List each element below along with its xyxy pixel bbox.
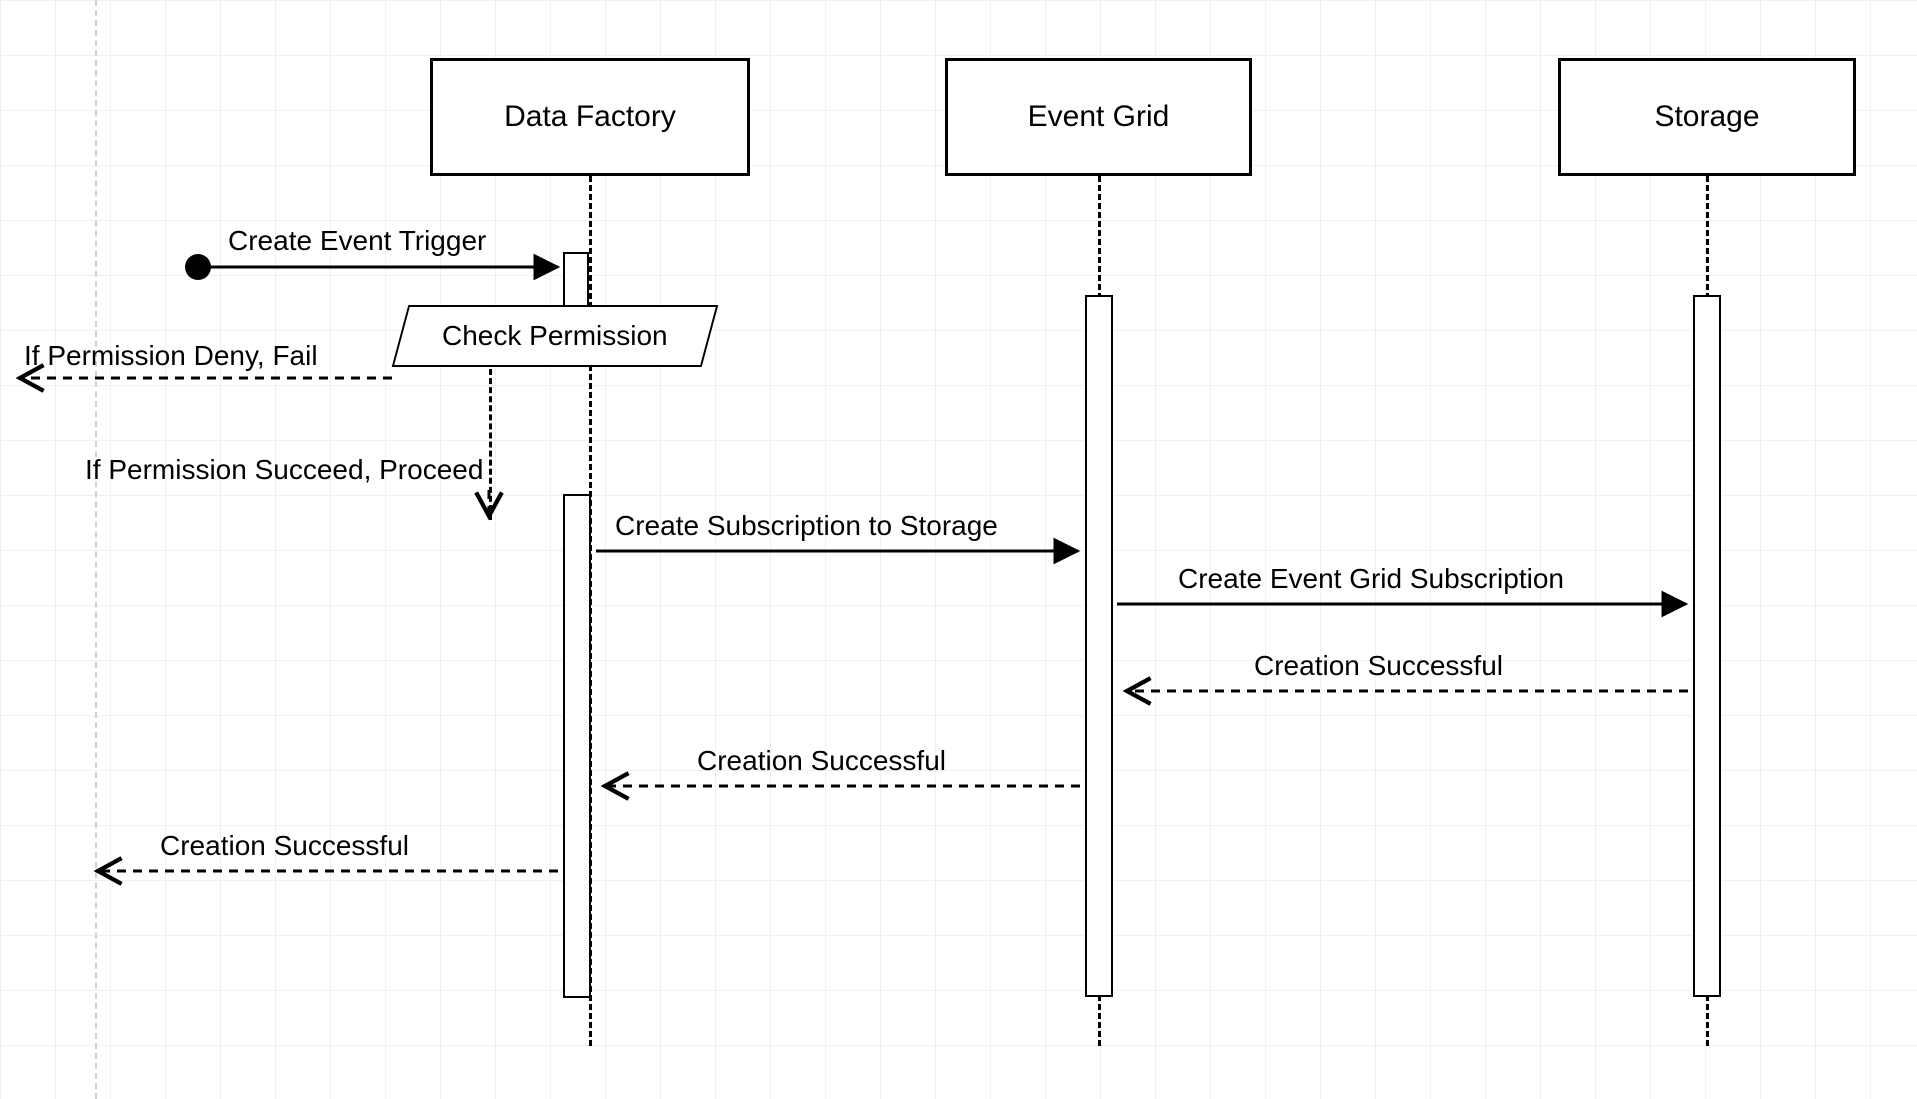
decision-check-permission: Check Permission [392,305,719,367]
msg-create-event-trigger: Create Event Trigger [228,225,486,257]
sequence-diagram: Data Factory Event Grid Storage Check Pe… [0,0,1917,1099]
msg-creation-successful-3: Creation Successful [160,830,409,862]
activation-storage [1693,295,1721,997]
participant-label: Storage [1654,100,1759,134]
participant-storage: Storage [1558,58,1856,176]
participant-label: Event Grid [1028,100,1170,134]
msg-creation-successful-1: Creation Successful [1254,650,1503,682]
start-dot [185,254,211,280]
msg-create-sub-to-storage: Create Subscription to Storage [615,510,998,542]
participant-label: Data Factory [504,100,676,134]
participant-data-factory: Data Factory [430,58,750,176]
activation-data-factory [563,494,591,998]
activation-event-grid [1085,295,1113,997]
msg-if-deny-fail: If Permission Deny, Fail [24,340,318,372]
msg-if-succeed-proceed: If Permission Succeed, Proceed [85,454,483,486]
lifeline-check-permission-down [489,360,492,520]
msg-create-event-grid-sub: Create Event Grid Subscription [1178,563,1564,595]
msg-creation-successful-2: Creation Successful [697,745,946,777]
participant-event-grid: Event Grid [945,58,1252,176]
activation-data-factory-small [563,252,589,312]
decision-label: Check Permission [442,320,668,352]
